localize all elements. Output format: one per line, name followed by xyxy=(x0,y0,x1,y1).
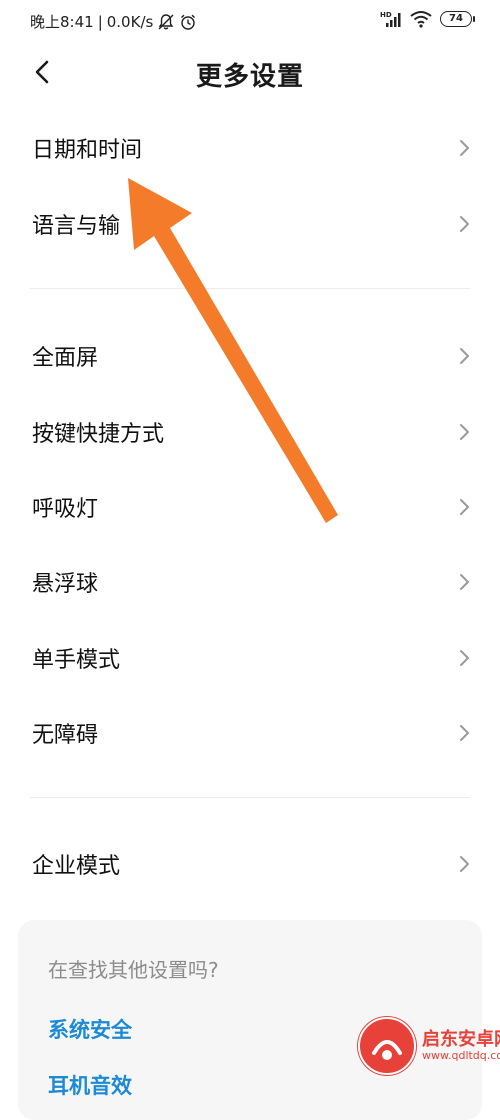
suggestion-link-headphone-audio[interactable]: 耳机音效 xyxy=(48,1070,132,1100)
status-network-speed: 0.0K/s xyxy=(106,12,154,31)
wifi-icon xyxy=(410,11,432,28)
chevron-right-icon xyxy=(460,856,469,872)
settings-row-floating-ball[interactable]: 悬浮球 xyxy=(0,544,500,620)
settings-row-label: 呼吸灯 xyxy=(32,497,99,522)
section-divider xyxy=(30,797,470,798)
suggestion-link-system-security[interactable]: 系统安全 xyxy=(48,1014,132,1044)
settings-row-label: 全面屏 xyxy=(32,346,99,371)
watermark-url: www.qdltdq.com xyxy=(422,1048,500,1062)
signal-icon: HD xyxy=(380,11,401,27)
chevron-right-icon xyxy=(460,140,469,156)
watermark-text: 启东安卓网 www.qdltdq.com xyxy=(422,1030,500,1062)
settings-row-label: 语言与输 xyxy=(32,214,121,239)
chevron-right-icon xyxy=(460,650,469,666)
settings-row-one-handed-mode[interactable]: 单手模式 xyxy=(0,620,500,696)
chevron-right-icon xyxy=(460,725,469,741)
chevron-right-icon xyxy=(460,216,469,232)
settings-row-label: 企业模式 xyxy=(32,854,121,879)
watermark-name: 启东安卓网 xyxy=(422,1029,500,1051)
chevron-right-icon xyxy=(460,348,469,364)
battery-icon: 74 xyxy=(440,11,475,27)
settings-row-enterprise-mode[interactable]: 企业模式 xyxy=(0,826,500,902)
page-title: 更多设置 xyxy=(195,62,304,92)
settings-row-label: 单手模式 xyxy=(32,648,121,673)
chevron-right-icon xyxy=(460,424,469,440)
settings-row-label: 按键快捷方式 xyxy=(32,422,165,447)
status-separator: | xyxy=(97,12,103,31)
settings-row-button-shortcuts[interactable]: 按键快捷方式 xyxy=(0,394,500,470)
settings-row-label: 悬浮球 xyxy=(32,572,99,597)
settings-row-notification-light[interactable]: 呼吸灯 xyxy=(0,469,500,545)
status-time: 晚上8:41 xyxy=(30,13,94,31)
settings-row-label: 日期和时间 xyxy=(32,138,143,163)
status-right: HD 74 xyxy=(380,10,475,28)
settings-row-full-screen[interactable]: 全面屏 xyxy=(0,318,500,394)
mute-notification-icon xyxy=(158,13,174,29)
chevron-right-icon xyxy=(460,499,469,515)
settings-row-date-time[interactable]: 日期和时间 xyxy=(0,110,500,186)
settings-row-label: 无障碍 xyxy=(32,723,99,748)
watermark-circle-icon xyxy=(358,1017,416,1075)
header: 更多设置 xyxy=(0,42,500,104)
battery-level: 74 xyxy=(449,13,463,24)
settings-row-language-input[interactable]: 语言与输 xyxy=(0,186,500,262)
section-divider xyxy=(30,288,470,289)
hd-label: HD xyxy=(380,11,392,19)
status-bar: 晚上8:41 | 0.0K/s HD 74 xyxy=(0,0,500,42)
suggestions-title: 在查找其他设置吗? xyxy=(48,958,219,982)
settings-row-accessibility[interactable]: 无障碍 xyxy=(0,695,500,771)
alarm-clock-icon xyxy=(181,14,196,30)
status-left: 晚上8:41 | 0.0K/s xyxy=(30,11,197,32)
chevron-right-icon xyxy=(460,574,469,590)
watermark-emblem-icon xyxy=(372,1040,402,1060)
watermark-logo: 启东安卓网 www.qdltdq.com xyxy=(358,1014,500,1078)
